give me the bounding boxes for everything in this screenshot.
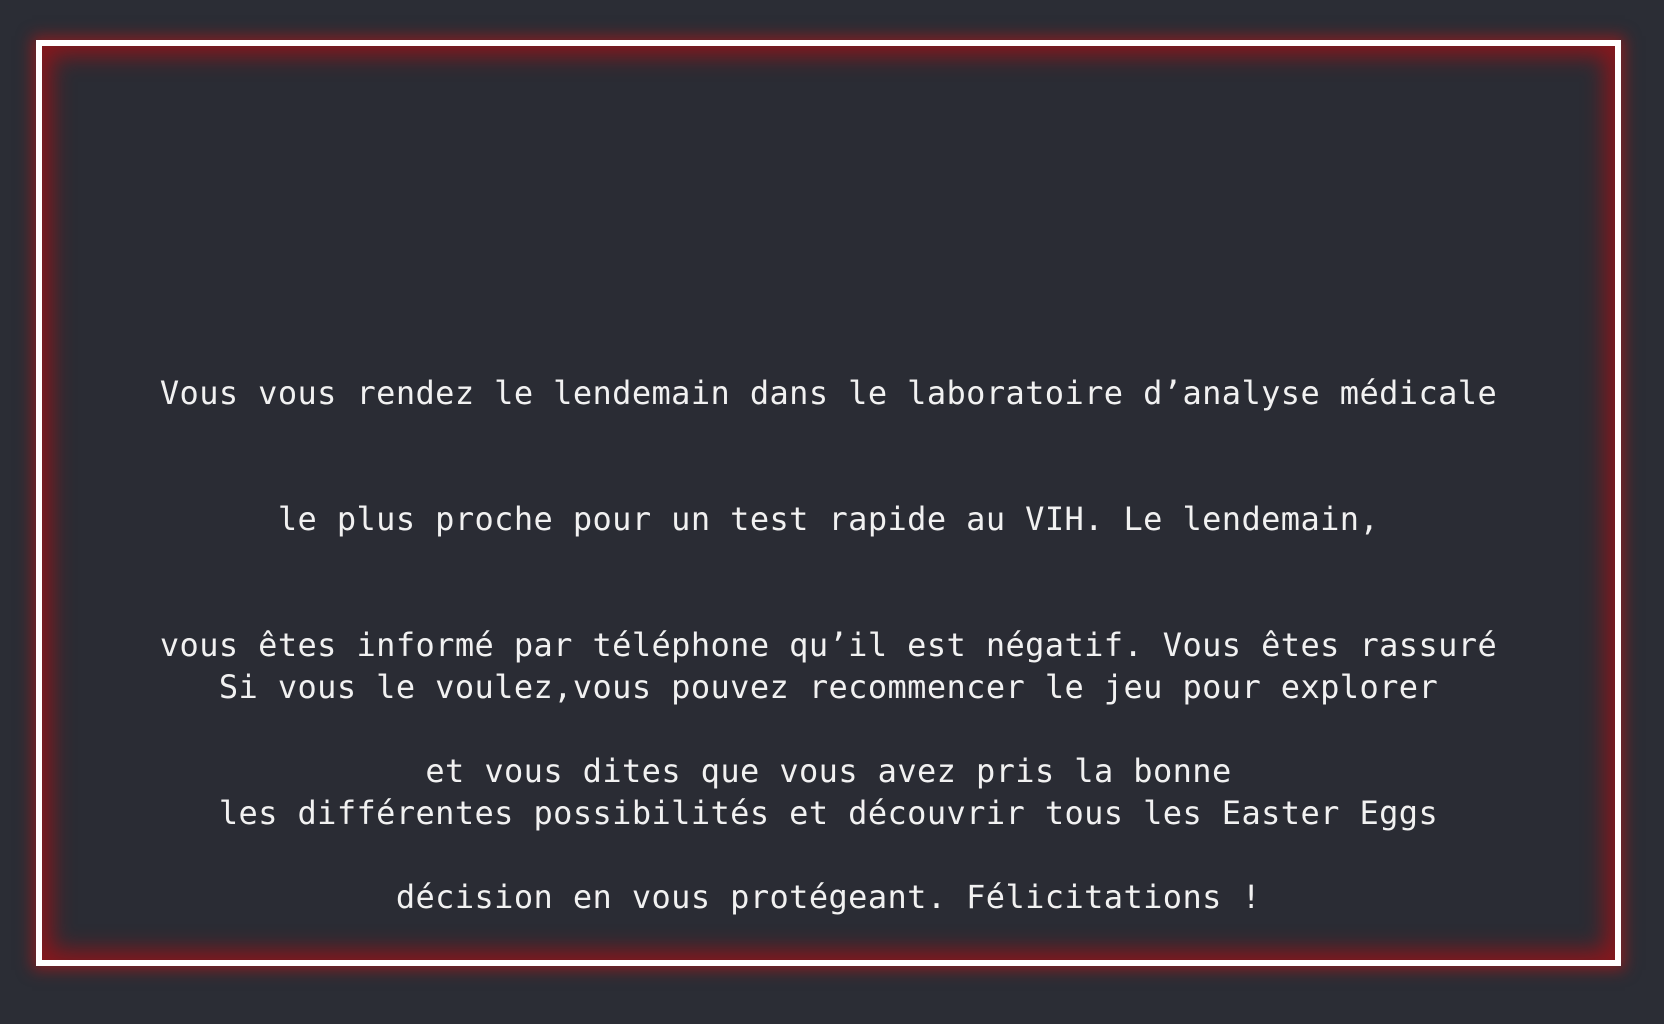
outcome-line-2: le plus proche pour un test rapide au VI… — [277, 500, 1380, 538]
ending-message: Vous vous rendez le lendemain dans le la… — [42, 46, 1615, 960]
replay-hint-text: Si vous le voulez,vous pouvez recommence… — [42, 582, 1615, 918]
replay-line-2: les différentes possibilités et découvri… — [218, 794, 1439, 832]
outcome-line-1: Vous vous rendez le lendemain dans le la… — [159, 374, 1498, 412]
replay-line-1: Si vous le voulez,vous pouvez recommence… — [218, 668, 1439, 706]
ending-screen-frame: Vous vous rendez le lendemain dans le la… — [36, 40, 1621, 966]
